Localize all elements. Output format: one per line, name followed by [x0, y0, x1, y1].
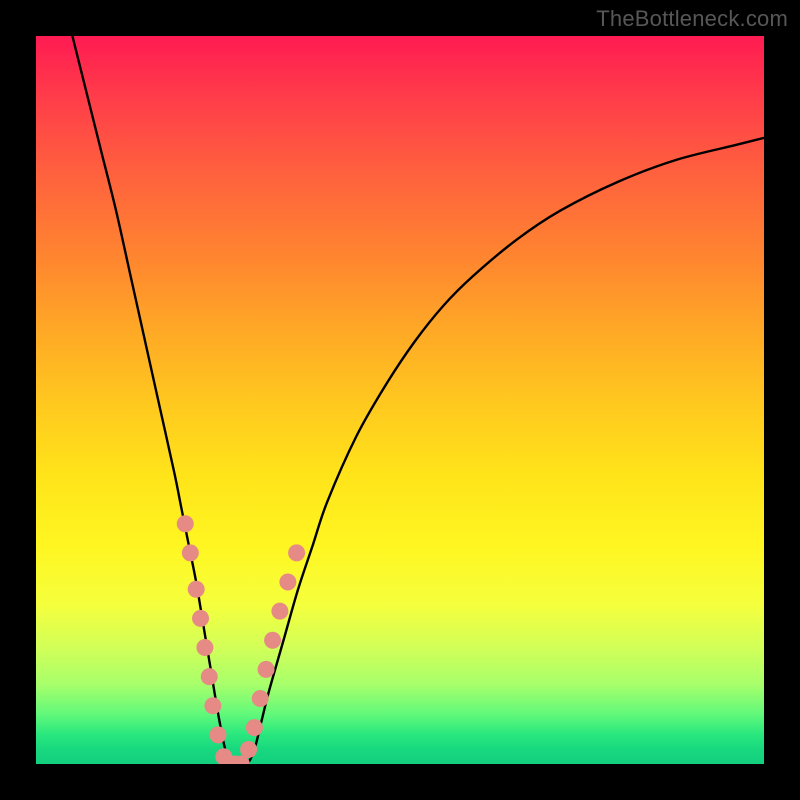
curve-marker: [246, 719, 263, 736]
curve-marker: [210, 726, 227, 743]
curve-marker: [201, 668, 218, 685]
curve-marker: [196, 639, 213, 656]
curve-marker: [264, 632, 281, 649]
watermark-text: TheBottleneck.com: [596, 6, 788, 32]
curve-marker: [279, 574, 296, 591]
curve-marker: [240, 741, 257, 758]
bottleneck-curve-svg: [36, 36, 764, 764]
curve-marker: [182, 544, 199, 561]
curve-marker: [188, 581, 205, 598]
curve-marker: [192, 610, 209, 627]
bottleneck-curve-path: [72, 36, 764, 764]
curve-marker: [288, 544, 305, 561]
curve-marker: [252, 690, 269, 707]
chart-frame: TheBottleneck.com: [0, 0, 800, 800]
plot-area: [36, 36, 764, 764]
curve-marker: [177, 515, 194, 532]
curve-marker-group: [177, 515, 305, 764]
curve-marker: [258, 661, 275, 678]
curve-marker: [204, 697, 221, 714]
curve-marker: [271, 603, 288, 620]
